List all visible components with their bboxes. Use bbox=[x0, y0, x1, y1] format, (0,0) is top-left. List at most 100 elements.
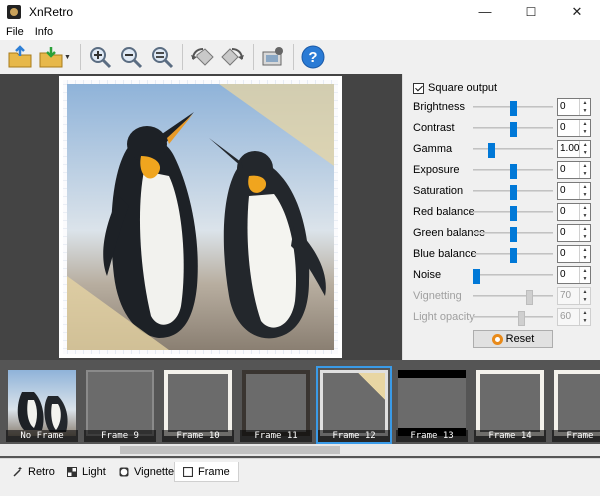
menu-info[interactable]: Info bbox=[29, 26, 58, 38]
maximize-button[interactable]: ☐ bbox=[508, 0, 554, 23]
zoom-in-icon bbox=[90, 47, 112, 69]
zoom-in-button[interactable] bbox=[85, 42, 115, 72]
slider-thumb[interactable] bbox=[510, 101, 517, 116]
slider-thumb[interactable] bbox=[510, 227, 517, 242]
spin-up-icon[interactable]: ▲ bbox=[580, 267, 590, 275]
scrollbar-thumb[interactable] bbox=[120, 446, 340, 454]
slider-thumb[interactable] bbox=[473, 269, 481, 284]
param-spinbox[interactable]: 0 ▲ ▼ bbox=[557, 224, 591, 242]
save-button[interactable] bbox=[36, 42, 66, 72]
spin-up-icon[interactable]: ▲ bbox=[580, 183, 590, 191]
frame-caption: Frame 9 bbox=[84, 430, 156, 442]
param-spinbox[interactable]: 0 ▲ ▼ bbox=[557, 266, 591, 284]
spin-down-icon[interactable]: ▼ bbox=[580, 275, 590, 283]
frame-thumbnail[interactable]: Frame 14 bbox=[474, 368, 546, 442]
checkbox-checked[interactable] bbox=[413, 82, 424, 94]
param-slider[interactable] bbox=[473, 143, 553, 158]
param-slider[interactable] bbox=[473, 248, 553, 263]
open-button[interactable] bbox=[5, 42, 35, 72]
param-slider[interactable] bbox=[473, 206, 553, 221]
reset-button[interactable]: Reset bbox=[473, 330, 553, 348]
frame-thumbnail[interactable]: Frame 12 bbox=[316, 366, 392, 444]
frame-thumbnail[interactable]: Frame 11 bbox=[240, 368, 312, 442]
param-spinbox[interactable]: 0 ▲ ▼ bbox=[557, 161, 591, 179]
param-spinbox[interactable]: 1.00 ▲ ▼ bbox=[557, 140, 591, 158]
spin-up-icon: ▲ bbox=[582, 289, 588, 295]
close-button[interactable]: ✕ bbox=[554, 0, 600, 23]
param-value[interactable]: 0 bbox=[558, 183, 579, 199]
slider-thumb[interactable] bbox=[510, 248, 517, 263]
spin-up-icon[interactable]: ▲ bbox=[580, 120, 590, 128]
zoom-fit-button[interactable] bbox=[147, 42, 177, 72]
param-value[interactable]: 0 bbox=[558, 225, 579, 241]
slider-thumb[interactable] bbox=[510, 185, 517, 200]
spin-down-icon[interactable]: ▼ bbox=[580, 254, 590, 262]
param-value[interactable]: 0 bbox=[558, 267, 579, 283]
param-spinbox[interactable]: 0 ▲ ▼ bbox=[557, 98, 591, 116]
frame-caption: Frame 15 bbox=[552, 430, 600, 442]
reset-icon bbox=[491, 333, 503, 345]
param-slider[interactable] bbox=[473, 101, 553, 116]
param-slider[interactable] bbox=[473, 122, 553, 137]
param-spinbox[interactable]: 0 ▲ ▼ bbox=[557, 182, 591, 200]
param-slider[interactable] bbox=[473, 185, 553, 200]
help-button[interactable]: ? bbox=[298, 42, 328, 72]
param-value[interactable]: 0 bbox=[558, 120, 579, 136]
tab-retro[interactable]: Retro bbox=[4, 462, 64, 481]
frame-thumbnail[interactable]: Frame 15 bbox=[552, 368, 600, 442]
slider-thumb[interactable] bbox=[487, 143, 495, 158]
param-row: Exposure 0 ▲ ▼ bbox=[413, 161, 597, 179]
spin-up-icon[interactable]: ▲ bbox=[580, 204, 590, 212]
slider-thumb[interactable] bbox=[510, 122, 517, 137]
param-value[interactable]: 0 bbox=[558, 246, 579, 262]
param-spinbox[interactable]: 0 ▲ ▼ bbox=[557, 119, 591, 137]
param-slider[interactable] bbox=[473, 164, 553, 179]
toolbar-separator bbox=[253, 44, 254, 70]
rotate-left-button[interactable] bbox=[187, 42, 217, 72]
param-label: Noise bbox=[413, 269, 442, 281]
screen-button[interactable] bbox=[258, 42, 288, 72]
spin-down-icon[interactable]: ▼ bbox=[580, 128, 590, 136]
vignette-icon bbox=[119, 467, 129, 476]
param-spinbox[interactable]: 0 ▲ ▼ bbox=[557, 245, 591, 263]
spin-down-icon[interactable]: ▼ bbox=[580, 191, 590, 199]
frame-thumbnail[interactable]: Frame 9 bbox=[84, 368, 156, 442]
tab-frame[interactable]: Frame bbox=[174, 462, 239, 482]
param-spinbox[interactable]: 0 ▲ ▼ bbox=[557, 203, 591, 221]
spin-down-icon[interactable]: ▼ bbox=[580, 149, 590, 157]
horizontal-scrollbar[interactable] bbox=[0, 444, 600, 456]
spin-down-icon[interactable]: ▼ bbox=[580, 170, 590, 178]
spin-up-icon[interactable]: ▲ bbox=[580, 141, 590, 149]
spin-down-icon[interactable]: ▼ bbox=[580, 107, 590, 115]
menu-file[interactable]: File bbox=[0, 26, 29, 38]
spin-up-icon[interactable]: ▲ bbox=[580, 246, 590, 254]
save-dropdown-arrow[interactable]: ▼ bbox=[64, 54, 72, 61]
minimize-button[interactable]: — bbox=[462, 0, 508, 23]
slider-thumb[interactable] bbox=[510, 164, 517, 179]
zoom-out-button[interactable] bbox=[116, 42, 146, 72]
square-output-checkbox[interactable]: Square output bbox=[413, 82, 497, 94]
rotate-right-icon bbox=[221, 48, 244, 66]
param-row: Red balance 0 ▲ ▼ bbox=[413, 203, 597, 221]
param-slider[interactable] bbox=[473, 227, 553, 242]
spin-up-icon[interactable]: ▲ bbox=[580, 225, 590, 233]
rotate-right-button[interactable] bbox=[218, 42, 248, 72]
frame-preview bbox=[320, 370, 388, 436]
slider-thumb[interactable] bbox=[510, 206, 517, 221]
spin-down-icon[interactable]: ▼ bbox=[580, 233, 590, 241]
spin-down-icon[interactable]: ▼ bbox=[580, 212, 590, 220]
frame-thumbnail[interactable]: No Frame bbox=[6, 368, 78, 442]
param-value[interactable]: 0 bbox=[558, 162, 579, 178]
tab-light[interactable]: Light bbox=[58, 462, 115, 481]
frame-preview bbox=[86, 370, 154, 436]
param-label: Vignetting bbox=[413, 290, 462, 302]
tab-vignette[interactable]: Vignette bbox=[110, 462, 183, 481]
frame-thumbnail[interactable]: Frame 13 bbox=[396, 368, 468, 442]
param-value[interactable]: 1.00 bbox=[558, 141, 579, 157]
spin-up-icon[interactable]: ▲ bbox=[580, 99, 590, 107]
param-slider[interactable] bbox=[473, 269, 553, 284]
spin-up-icon[interactable]: ▲ bbox=[580, 162, 590, 170]
param-value[interactable]: 0 bbox=[558, 204, 579, 220]
param-value[interactable]: 0 bbox=[558, 99, 579, 115]
frame-thumbnail[interactable]: Frame 10 bbox=[162, 368, 234, 442]
